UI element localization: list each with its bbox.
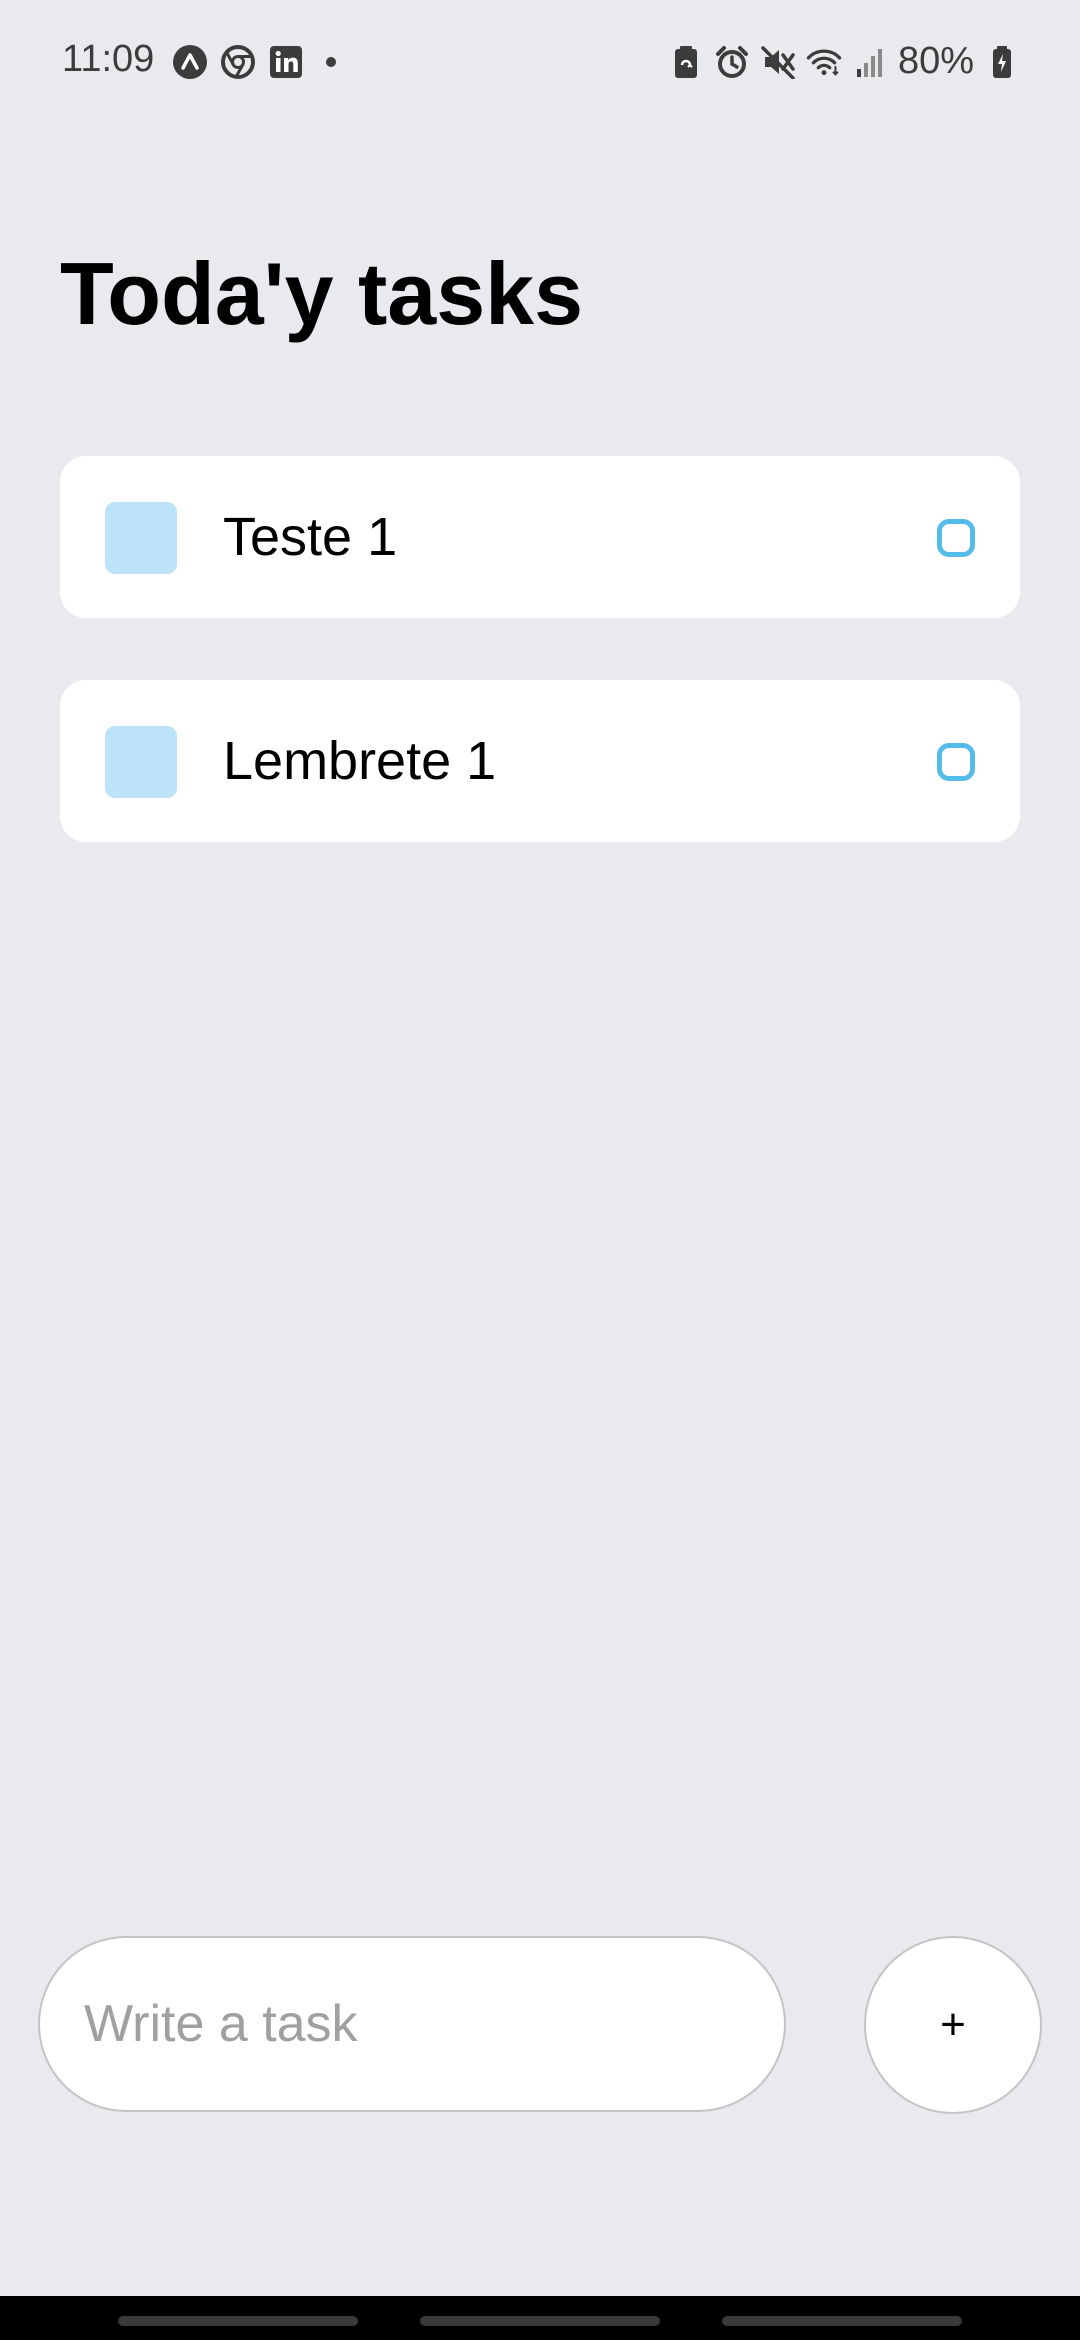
add-task-button[interactable]: + bbox=[864, 1936, 1042, 2114]
status-time: 11:09 bbox=[62, 38, 155, 80]
notification-dot-icon bbox=[326, 57, 336, 67]
task-square-icon[interactable] bbox=[105, 502, 177, 574]
task-item[interactable]: Teste 1 bbox=[60, 456, 1020, 618]
battery-icon bbox=[984, 44, 1020, 80]
task-circle-icon bbox=[937, 743, 975, 781]
nav-recent-handle[interactable] bbox=[118, 2316, 358, 2326]
battery-saver-icon bbox=[668, 44, 704, 80]
task-item[interactable]: Lembrete 1 bbox=[60, 680, 1020, 842]
chrome-icon bbox=[220, 44, 256, 80]
status-left-icons bbox=[172, 44, 336, 80]
mute-icon bbox=[760, 44, 796, 80]
task-input[interactable] bbox=[38, 1936, 786, 2112]
task-list: Teste 1 Lembrete 1 bbox=[60, 456, 1020, 904]
linkedin-icon bbox=[268, 44, 304, 80]
task-text: Lembrete 1 bbox=[223, 731, 497, 791]
alarm-icon bbox=[714, 44, 750, 80]
task-circle-icon bbox=[937, 519, 975, 557]
battery-percentage: 80% bbox=[897, 40, 974, 82]
nav-home-handle[interactable] bbox=[420, 2316, 660, 2326]
signal-icon bbox=[852, 44, 888, 80]
task-text: Teste 1 bbox=[223, 507, 398, 567]
status-bar: 11:09 80% bbox=[0, 0, 1080, 128]
status-right-icons: 80% bbox=[668, 40, 1020, 83]
wifi-icon bbox=[806, 44, 842, 80]
app-icon bbox=[172, 44, 208, 80]
nav-back-handle[interactable] bbox=[722, 2316, 962, 2326]
navigation-bar bbox=[0, 2296, 1080, 2340]
task-square-icon[interactable] bbox=[105, 726, 177, 798]
page-title: Toda'y tasks bbox=[60, 244, 584, 343]
